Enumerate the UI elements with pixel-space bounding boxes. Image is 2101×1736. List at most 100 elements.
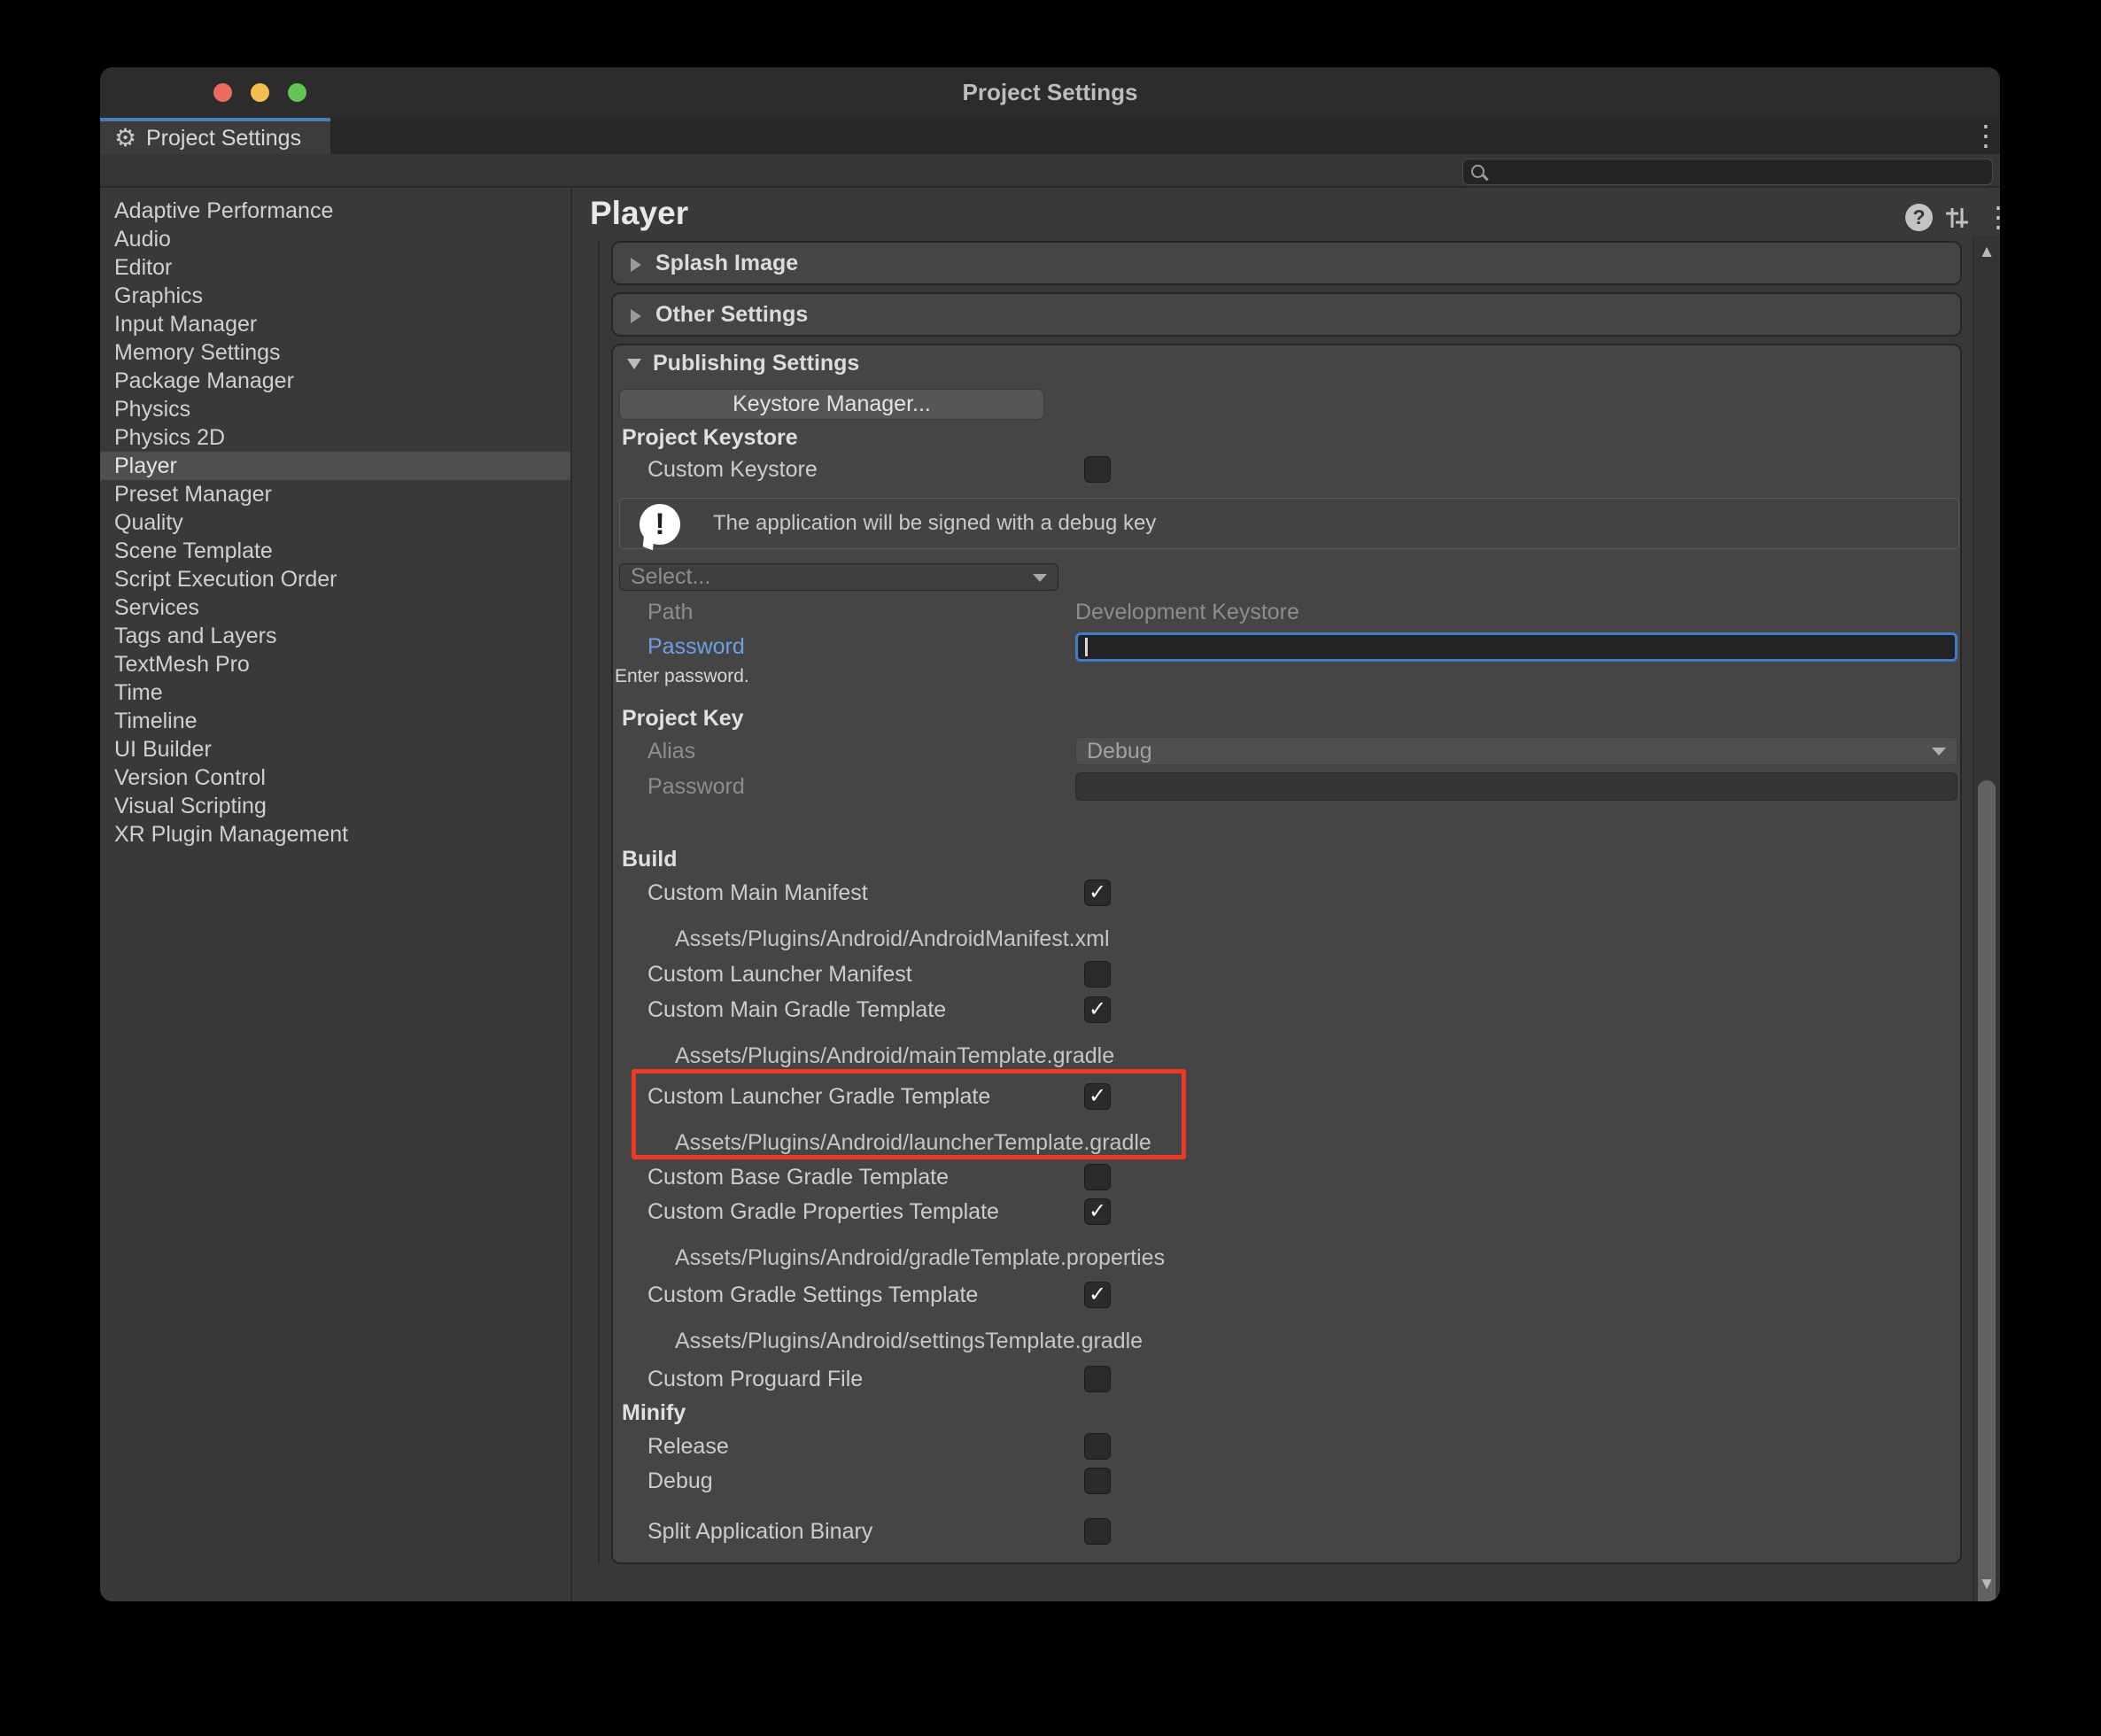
sidebar-item-ui-builder[interactable]: UI Builder (100, 735, 570, 763)
keystore-select-dropdown[interactable]: Select... (619, 563, 1058, 591)
checkbox-custom-gradle-settings-template[interactable]: ✓ (1084, 1282, 1111, 1308)
alias-dropdown[interactable]: Debug (1075, 737, 1958, 765)
minify-debug-label: Debug (647, 1467, 713, 1495)
build-row-label: Custom Proguard File (647, 1365, 863, 1393)
sidebar-item-package-manager[interactable]: Package Manager (100, 367, 570, 395)
sidebar-item-tags-and-layers[interactable]: Tags and Layers (100, 622, 570, 650)
warning-icon: ! (640, 504, 680, 545)
alias-label: Alias (647, 737, 695, 765)
project-key-heading: Project Key (622, 704, 744, 732)
window-title: Project Settings (100, 67, 2000, 118)
split-application-binary-label: Split Application Binary (647, 1517, 872, 1546)
titlebar: Project Settings (100, 67, 2000, 119)
sidebar-item-textmesh-pro[interactable]: TextMesh Pro (100, 650, 570, 678)
highlight-annotation (632, 1069, 1186, 1159)
foldout-arrow-icon (631, 258, 641, 272)
keystore-manager-button[interactable]: Keystore Manager... (619, 389, 1044, 420)
sidebar-item-physics[interactable]: Physics (100, 395, 570, 423)
build-row-path: Assets/Plugins/Android/AndroidManifest.x… (675, 925, 1110, 953)
sidebar-item-memory-settings[interactable]: Memory Settings (100, 338, 570, 367)
foldout-label: Splash Image (655, 251, 798, 276)
build-heading: Build (622, 845, 678, 873)
build-row-path: Assets/Plugins/Android/gradleTemplate.pr… (675, 1244, 1165, 1272)
checkbox-custom-keystore[interactable]: ✓ (1084, 456, 1111, 483)
content-panel: Player ? ⋮ Splash Image Other Settings (572, 188, 2000, 1601)
foldout-arrow-icon (631, 309, 641, 323)
publishing-settings-section: Publishing Settings Keystore Manager... … (611, 344, 1962, 1564)
checkbox-custom-main-manifest[interactable]: ✓ (1084, 880, 1111, 906)
sidebar-item-editor[interactable]: Editor (100, 253, 570, 282)
sidebar-item-graphics[interactable]: Graphics (100, 282, 570, 310)
sidebar-item-player-selected[interactable]: Player (100, 452, 570, 480)
sidebar-item-services[interactable]: Services (100, 593, 570, 622)
scroll-view-edge (598, 241, 600, 1564)
minify-heading: Minify (622, 1399, 686, 1427)
alias-value: Debug (1087, 738, 1152, 764)
vertical-scrollbar[interactable]: ▲ ▼ (1973, 236, 2000, 1601)
checkbox-minify-debug[interactable]: ✓ (1084, 1468, 1111, 1494)
sidebar-item-script-execution-order[interactable]: Script Execution Order (100, 565, 570, 593)
build-row-path: Assets/Plugins/Android/settingsTemplate.… (675, 1327, 1143, 1355)
checkbox-custom-gradle-properties-template[interactable]: ✓ (1084, 1198, 1111, 1225)
chevron-down-icon (1932, 748, 1946, 756)
build-row-label: Custom Launcher Manifest (647, 960, 912, 988)
warning-text: The application will be signed with a de… (713, 499, 1156, 548)
foldout-open-arrow-icon (627, 359, 641, 369)
help-icon[interactable]: ? (1905, 204, 1933, 231)
sidebar-item-xr-plugin-management[interactable]: XR Plugin Management (100, 820, 570, 849)
panel-menu-icon[interactable]: ⋮ (1984, 203, 2000, 231)
scrollbar-thumb[interactable] (1978, 780, 1996, 1601)
gear-icon: ⚙ (114, 122, 136, 154)
keystore-password-label: Password (647, 632, 745, 661)
sidebar-item-scene-template[interactable]: Scene Template (100, 537, 570, 565)
foldout-publishing-settings[interactable]: Publishing Settings (613, 349, 1960, 379)
sidebar-item-version-control[interactable]: Version Control (100, 763, 570, 792)
key-password-label: Password (647, 772, 745, 801)
text-caret (1085, 638, 1088, 656)
foldout-label: Other Settings (655, 302, 808, 328)
project-settings-window: Project Settings ⚙ Project Settings ⋮ Ad… (100, 67, 2000, 1601)
sidebar-item-visual-scripting[interactable]: Visual Scripting (100, 792, 570, 820)
sidebar-item-timeline[interactable]: Timeline (100, 707, 570, 735)
select-placeholder: Select... (631, 564, 710, 590)
sidebar-item-preset-manager[interactable]: Preset Manager (100, 480, 570, 508)
path-value: Development Keystore (1075, 598, 1299, 626)
page-title: Player (590, 195, 688, 232)
keystore-password-input[interactable] (1075, 632, 1958, 662)
foldout-label: Publishing Settings (653, 351, 859, 376)
chevron-down-icon (1033, 574, 1047, 582)
search-row (100, 154, 2000, 188)
checkbox-split-application-binary[interactable]: ✓ (1084, 1518, 1111, 1545)
custom-keystore-label: Custom Keystore (647, 455, 818, 484)
sidebar-item-audio[interactable]: Audio (100, 225, 570, 253)
checkbox-custom-base-gradle-template[interactable]: ✓ (1084, 1164, 1111, 1190)
sidebar-item-physics-2d[interactable]: Physics 2D (100, 423, 570, 452)
build-row-label: Custom Gradle Settings Template (647, 1281, 978, 1309)
tabbar-menu-icon[interactable]: ⋮ (1972, 121, 1993, 150)
scroll-up-icon[interactable]: ▲ (1973, 243, 2000, 262)
sidebar-item-quality[interactable]: Quality (100, 508, 570, 537)
checkbox-custom-main-gradle-template[interactable]: ✓ (1084, 996, 1111, 1023)
scroll-down-icon[interactable]: ▼ (1973, 1575, 2000, 1594)
sidebar-item-time[interactable]: Time (100, 678, 570, 707)
build-row-path: Assets/Plugins/Android/mainTemplate.grad… (675, 1042, 1114, 1070)
project-keystore-heading: Project Keystore (622, 423, 798, 452)
foldout-splash-image[interactable]: Splash Image (611, 241, 1962, 285)
checkbox-custom-launcher-manifest[interactable]: ✓ (1084, 961, 1111, 988)
build-row-label: Custom Base Gradle Template (647, 1163, 949, 1191)
foldout-other-settings[interactable]: Other Settings (611, 292, 1962, 337)
build-row-label: Custom Main Gradle Template (647, 996, 946, 1024)
presets-icon[interactable] (1944, 205, 1969, 235)
sidebar: Adaptive Performance Audio Editor Graphi… (100, 188, 570, 1601)
key-password-input[interactable] (1075, 772, 1958, 801)
sidebar-item-adaptive-performance[interactable]: Adaptive Performance (100, 197, 570, 225)
build-row-label: Custom Gradle Properties Template (647, 1197, 999, 1226)
checkbox-custom-proguard-file[interactable]: ✓ (1084, 1366, 1111, 1392)
minify-release-label: Release (647, 1432, 729, 1461)
tab-bar: ⚙ Project Settings ⋮ (100, 118, 2000, 154)
password-hint: Enter password. (615, 665, 749, 688)
tab-project-settings[interactable]: ⚙ Project Settings (100, 118, 330, 154)
sidebar-item-input-manager[interactable]: Input Manager (100, 310, 570, 338)
checkbox-minify-release[interactable]: ✓ (1084, 1433, 1111, 1460)
search-input[interactable] (1462, 159, 1993, 185)
